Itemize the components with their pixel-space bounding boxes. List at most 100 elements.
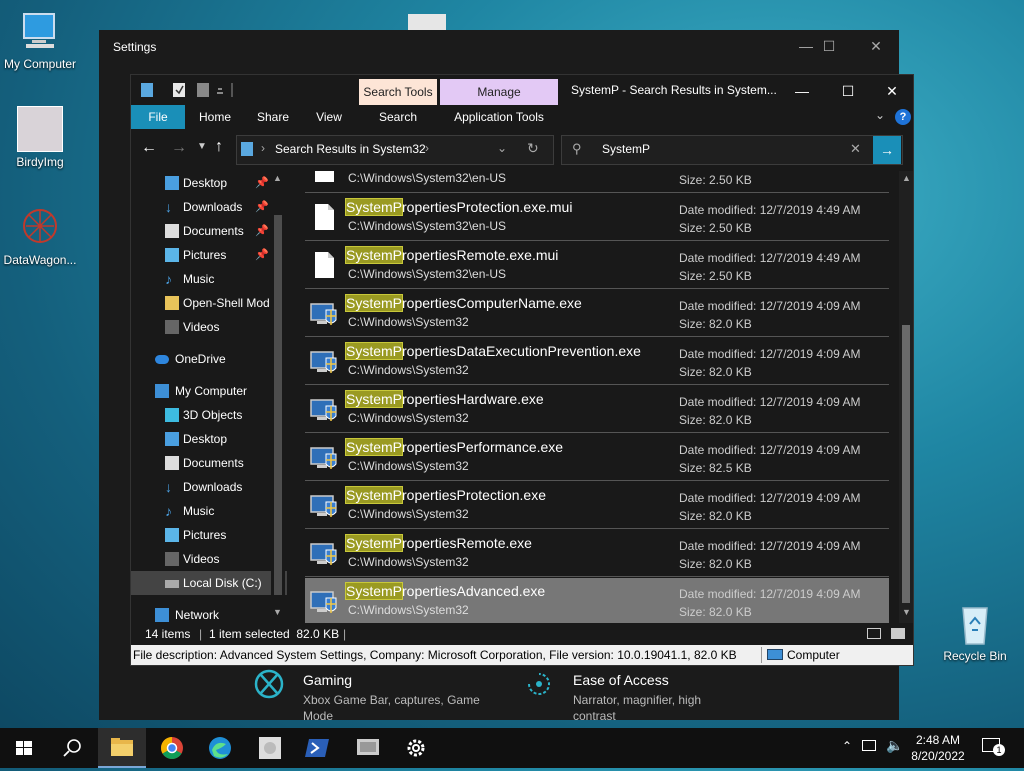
desktop-icon-birdyimg[interactable]: BirdyImg — [0, 106, 80, 169]
taskbar-clock[interactable]: 2:48 AM 8/20/2022 — [906, 732, 970, 764]
nav-pane-scrollbar[interactable]: ▲ ▼ — [271, 171, 285, 623]
scroll-up-icon[interactable]: ▲ — [902, 173, 911, 183]
scroll-up-icon[interactable]: ▲ — [273, 173, 282, 183]
volume-icon[interactable]: 🔈 — [886, 737, 903, 754]
nav-item-desktop[interactable]: Desktop — [131, 427, 281, 451]
maximize-button[interactable]: ☐ — [806, 30, 852, 62]
nav-item-videos[interactable]: Videos — [131, 547, 281, 571]
start-button[interactable] — [0, 728, 48, 768]
search-box[interactable]: ⚲ SystemP ✕ → — [561, 135, 903, 165]
ribbon-expand-chevron-icon[interactable]: ⌄ — [875, 108, 885, 122]
results-scrollbar[interactable]: ▲ ▼ — [899, 171, 913, 623]
large-icons-view-icon[interactable] — [891, 628, 905, 639]
document-file-icon — [309, 202, 339, 232]
pin-icon: 📌 — [255, 225, 269, 237]
system-properties-icon — [309, 490, 339, 520]
file-path: C:\Windows\System32 — [348, 411, 469, 425]
refresh-icon[interactable]: ↻ — [527, 140, 539, 157]
folder-icon — [165, 296, 179, 310]
tab-share[interactable]: Share — [247, 105, 299, 129]
details-view-icon[interactable] — [867, 628, 881, 639]
nav-item-music[interactable]: ♪ Music — [131, 267, 281, 291]
nav-item-pictures[interactable]: Pictures — [131, 523, 281, 547]
tab-application-tools[interactable]: Application Tools — [440, 105, 558, 129]
tab-view[interactable]: View — [303, 105, 355, 129]
close-button[interactable]: ✕ — [853, 30, 899, 62]
network-icon — [155, 608, 169, 622]
tab-file[interactable]: File — [131, 105, 185, 129]
nav-item-pictures[interactable]: Pictures 📌 — [131, 243, 281, 267]
nav-item-documents[interactable]: Documents 📌 — [131, 219, 281, 243]
list-item[interactable]: SystemPropertiesPerformance.exe C:\Window… — [305, 434, 889, 481]
search-go-button[interactable]: → — [873, 136, 901, 164]
taskbar-file-explorer[interactable] — [98, 728, 146, 768]
taskbar-app[interactable] — [344, 728, 392, 768]
nav-item-open-shell[interactable]: Open-Shell Mod — [131, 291, 281, 315]
address-dropdown-icon[interactable]: ⌄ — [497, 141, 507, 155]
nav-item-downloads[interactable]: ↓ Downloads — [131, 475, 281, 499]
list-item[interactable]: SystemPropertiesRemote.exe C:\Windows\Sys… — [305, 530, 889, 577]
desktop-icon-my-computer[interactable]: My Computer — [0, 10, 80, 71]
settings-tile-gaming[interactable]: Gaming Xbox Game Bar, captures, Game Mod… — [249, 666, 480, 723]
scroll-thumb[interactable] — [902, 325, 910, 603]
nav-item-onedrive[interactable]: OneDrive — [131, 347, 281, 371]
nav-item-downloads[interactable]: ↓ Downloads 📌 — [131, 195, 281, 219]
computer-icon — [18, 10, 62, 54]
notification-count-badge: 1 — [993, 744, 1005, 756]
file-explorer-window[interactable]: Search Tools Manage SystemP - Search Res… — [130, 74, 914, 666]
help-icon[interactable]: ? — [895, 109, 911, 125]
forward-arrow-icon[interactable]: → — [171, 139, 187, 157]
tab-search[interactable]: Search — [359, 105, 437, 129]
action-center-button[interactable]: 1 — [982, 738, 1005, 756]
close-button[interactable]: ✕ — [869, 75, 915, 107]
nav-item-desktop[interactable]: Desktop 📌 — [131, 171, 281, 195]
show-hidden-icons-chevron-icon[interactable]: ⌃ — [842, 739, 852, 753]
scroll-thumb[interactable] — [274, 215, 282, 595]
ease-desc: Narrator, magnifier, high contrast — [573, 693, 702, 723]
breadcrumb[interactable]: Search Results in System32 — [275, 142, 426, 156]
list-item[interactable]: SystemPropertiesComputerName.exe C:\Windo… — [305, 290, 889, 337]
manage-context-tab[interactable]: Manage — [440, 79, 558, 105]
nav-item-my-computer[interactable]: My Computer — [131, 379, 281, 403]
back-arrow-icon[interactable]: ← — [141, 139, 157, 157]
minimize-button[interactable]: — — [779, 75, 825, 107]
desktop-icon-recycle-bin[interactable]: Recycle Bin — [935, 602, 1015, 663]
taskbar: ⌃ 🔈 2:48 AM 8/20/2022 1 — [0, 728, 1024, 768]
list-item[interactable]: SystemPropertiesDataExecutionPrevention.… — [305, 338, 889, 385]
system-properties-icon — [309, 538, 339, 568]
date-modified: Date modified: 12/7/2019 4:09 AM — [679, 395, 861, 409]
taskbar-powershell[interactable] — [294, 728, 342, 768]
clear-search-icon[interactable]: ✕ — [850, 141, 861, 157]
maximize-button[interactable]: ☐ — [825, 75, 871, 107]
network-tray-icon[interactable] — [862, 740, 876, 751]
nav-item-network[interactable]: Network — [131, 603, 281, 623]
nav-item-music[interactable]: ♪ Music — [131, 499, 281, 523]
search-tools-context-tab[interactable]: Search Tools — [359, 79, 437, 105]
desktop-icon-datawagon[interactable]: DataWagon... — [0, 206, 80, 267]
list-item[interactable]: SystemPropertiesProtection.exe.mui C:\Win… — [305, 194, 889, 241]
nav-item-local-disk[interactable]: Local Disk (C:) — [131, 571, 287, 595]
recent-locations-chevron-icon[interactable]: ▼ — [197, 141, 207, 152]
up-arrow-icon[interactable]: ↑ — [215, 138, 223, 156]
nav-item-documents[interactable]: Documents — [131, 451, 281, 475]
list-item[interactable]: SystemPropertiesHardware.exe C:\Windows\S… — [305, 386, 889, 433]
settings-tile-ease-of-access[interactable]: Ease of Access Narrator, magnifier, high… — [519, 666, 749, 723]
address-bar[interactable]: › Search Results in System32 › ⌄ ↻ — [236, 135, 554, 165]
search-button[interactable] — [48, 728, 96, 768]
taskbar-settings[interactable] — [392, 728, 440, 768]
scroll-down-icon[interactable]: ▼ — [273, 607, 282, 617]
taskbar-chrome[interactable] — [148, 728, 196, 768]
nav-item-3d-objects[interactable]: 3D Objects — [131, 403, 281, 427]
file-size: Size: 82.0 KB — [679, 365, 752, 379]
list-item[interactable]: SystemPropertiesAdvanced.exe C:\Windows\S… — [305, 578, 889, 623]
taskbar-birdyimg[interactable] — [246, 728, 294, 768]
download-arrow-icon: ↓ — [165, 199, 172, 215]
list-item[interactable]: SystemPropertiesProtection.exe C:\Windows… — [305, 482, 889, 529]
search-input[interactable]: SystemP — [602, 142, 650, 156]
tab-home[interactable]: Home — [189, 105, 241, 129]
list-item[interactable]: C:\Windows\System32\en-US Size: 2.50 KB — [305, 171, 889, 193]
scroll-down-icon[interactable]: ▼ — [902, 607, 911, 617]
list-item[interactable]: SystemPropertiesRemote.exe.mui C:\Windows… — [305, 242, 889, 289]
nav-item-videos[interactable]: Videos — [131, 315, 281, 339]
taskbar-edge[interactable] — [196, 728, 244, 768]
